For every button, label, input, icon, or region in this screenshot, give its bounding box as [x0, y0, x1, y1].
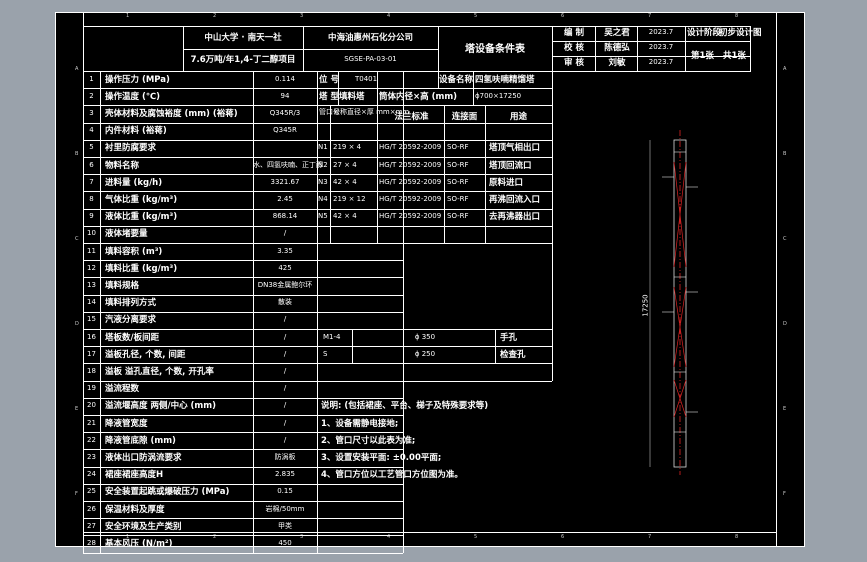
drawing-sheet: 1 1 2 2 3 3 4 4 5 5 6 6 7 7 8 8 A A B B C C D D E E F F 中山大学 · 南天一社 7… — [55, 12, 805, 554]
row-line — [83, 552, 403, 554]
height-dimension-label: 17250 — [641, 294, 650, 317]
tower-drawing — [649, 130, 698, 475]
